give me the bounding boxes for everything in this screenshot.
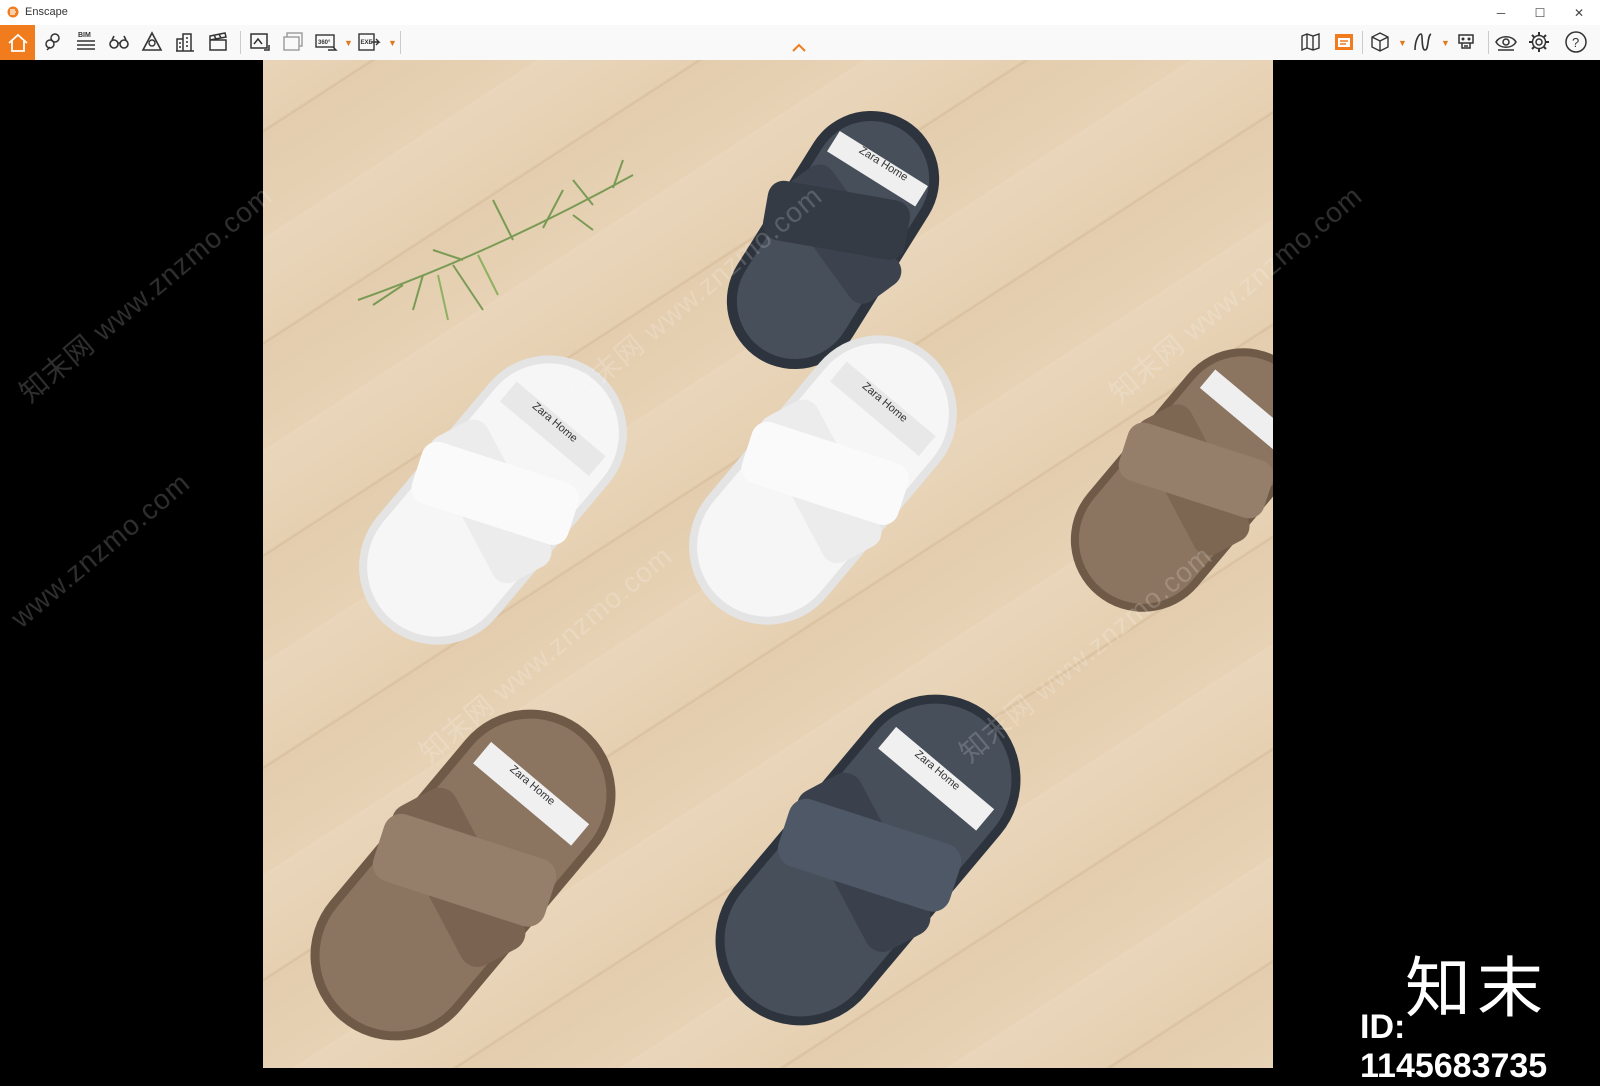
location-button[interactable] [38, 27, 68, 57]
chevron-down-icon[interactable]: ▼ [344, 38, 353, 48]
bim-label: BIM [78, 32, 91, 39]
asset-library-button[interactable] [1365, 27, 1395, 57]
bim-list-icon: BIM [77, 32, 95, 50]
render-window-button[interactable] [1329, 27, 1359, 57]
export-exe-icon: EXE [358, 33, 381, 51]
collapse-toolbar-icon[interactable] [791, 43, 807, 53]
help-icon: ? [1565, 31, 1587, 53]
vr-headset-icon [1458, 34, 1474, 49]
binoculars-icon [109, 35, 129, 49]
warning-triangle-icon [141, 31, 163, 51]
toolbar-separator [240, 31, 241, 54]
buildings-button[interactable] [170, 27, 200, 57]
map-icon [1301, 33, 1320, 52]
batch-render-button[interactable] [278, 27, 308, 57]
chevron-down-icon[interactable]: ▼ [1441, 38, 1450, 48]
title-bar: Enscape ─ ☐ ✕ [0, 0, 1600, 26]
home-icon [7, 33, 28, 52]
bim-button[interactable]: BIM [71, 27, 101, 57]
location-icon [45, 33, 60, 51]
exe-label: EXE [361, 40, 373, 46]
gear-icon [1529, 32, 1549, 52]
vr-button[interactable] [1451, 27, 1481, 57]
settings-button[interactable] [1524, 27, 1554, 57]
corner-logo-id: ID: 1145683735 [1360, 1008, 1548, 1085]
chevron-down-icon[interactable]: ▼ [1398, 38, 1407, 48]
window-title: Enscape [25, 6, 68, 18]
help-glyph: ? [1572, 35, 1579, 50]
batch-render-icon [283, 32, 303, 51]
close-button[interactable]: ✕ [1556, 0, 1600, 25]
home-button[interactable] [0, 25, 35, 60]
views-button[interactable] [104, 27, 134, 57]
toolbar-separator [1488, 31, 1489, 54]
export-exe-button[interactable]: EXE [354, 27, 384, 57]
eye-icon [1495, 36, 1517, 51]
issues-button[interactable] [137, 27, 167, 57]
toolbar-separator [400, 31, 401, 54]
toolbar-separator [1362, 31, 1363, 54]
render-window-icon [1335, 34, 1353, 50]
plant-sprig [357, 159, 634, 321]
map-button[interactable] [1296, 27, 1326, 57]
chevron-down-icon[interactable]: ▼ [388, 38, 397, 48]
help-button[interactable]: ? [1561, 27, 1591, 57]
panorama-360-icon: 360° [315, 34, 338, 51]
clapper-icon [209, 32, 227, 51]
cube-icon [1371, 32, 1389, 52]
building-icon [176, 33, 194, 52]
video-editor-button[interactable] [203, 27, 233, 57]
pano-label: 360° [318, 40, 331, 46]
screenshot-icon [250, 33, 270, 51]
enscape-logo-icon [7, 6, 19, 18]
visual-settings-button[interactable] [1491, 27, 1521, 57]
panorama-button[interactable]: 360° [311, 27, 341, 57]
path-icon [1414, 33, 1432, 51]
screenshot-button[interactable] [245, 27, 275, 57]
path-button[interactable] [1408, 27, 1438, 57]
